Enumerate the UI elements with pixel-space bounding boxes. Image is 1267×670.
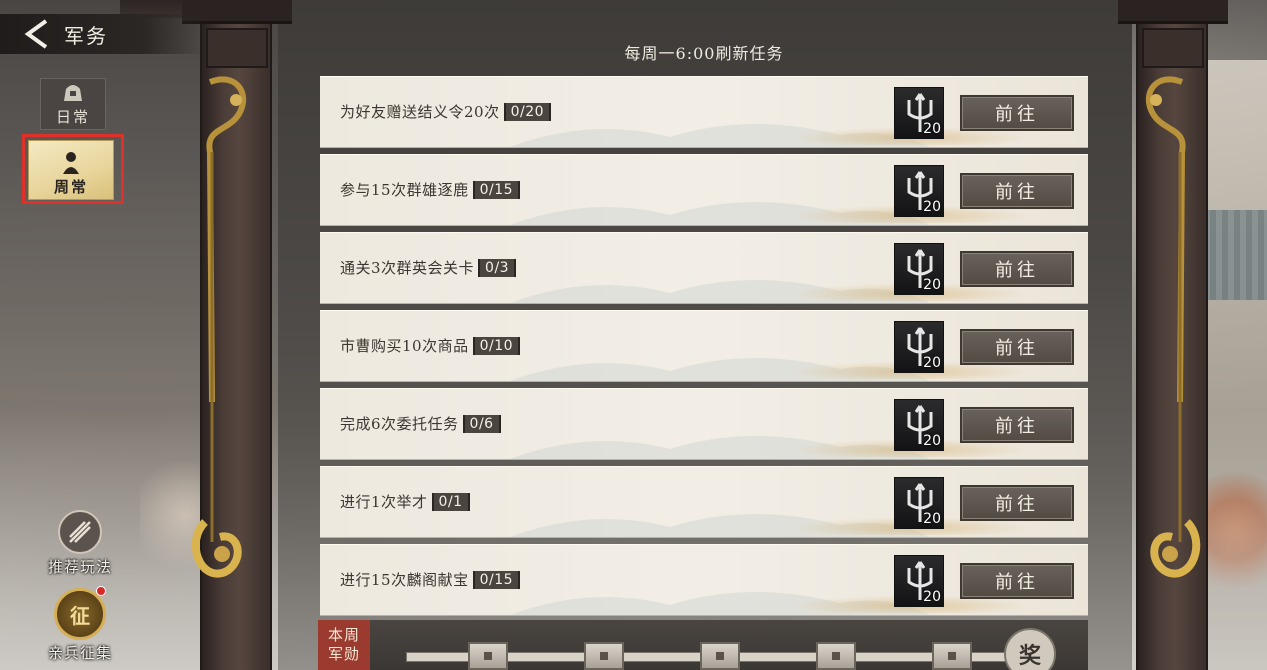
weekly-merit-label-line1: 本周 (327, 626, 360, 644)
right-pillar-cap (1118, 0, 1228, 24)
right-pillar-block (1142, 28, 1204, 68)
recommend-icon (58, 510, 102, 554)
right-dragon-ornament (1145, 76, 1201, 578)
tab-daily[interactable]: 日常 (40, 78, 106, 130)
recruit-emblem-text: 征 (70, 603, 90, 628)
task-description: 为好友赠送结义令20次 (340, 103, 500, 121)
task-description: 通关3次群英会关卡 (340, 259, 475, 277)
reward-item[interactable]: 20 (894, 399, 944, 451)
left-dragon-ornament (191, 76, 247, 578)
weekly-merit-label-line2: 军勋 (327, 645, 360, 663)
go-button[interactable]: 前往 (960, 485, 1074, 521)
tab-daily-label: 日常 (55, 108, 90, 126)
reward-item[interactable]: 20 (894, 321, 944, 373)
reward-chest[interactable] (468, 642, 508, 670)
task-description: 参与15次群雄逐鹿 (340, 181, 469, 199)
task-row: 通关3次群英会关卡 0/3 20 前往 (320, 232, 1088, 304)
reward-chest[interactable] (700, 642, 740, 670)
reward-item[interactable]: 20 (894, 165, 944, 217)
reward-count: 20 (923, 199, 941, 215)
reward-item[interactable]: 20 (894, 555, 944, 607)
selected-tab-highlight (22, 134, 124, 204)
task-progress: 0/20 (503, 102, 552, 121)
page-title: 军务 (64, 23, 108, 48)
go-button[interactable]: 前往 (960, 407, 1074, 443)
task-description: 进行1次举才 (340, 493, 428, 511)
left-pillar-block (206, 28, 268, 68)
task-progress: 0/15 (472, 570, 521, 589)
task-description: 市曹购买10次商品 (340, 337, 469, 355)
refresh-notice: 每周一6:00刷新任务 (624, 44, 784, 63)
recruit-button[interactable]: 征 亲兵征集 (40, 586, 120, 663)
reward-chest[interactable] (584, 642, 624, 670)
reward-count: 20 (923, 433, 941, 449)
reward-chest[interactable] (816, 642, 856, 670)
reward-item[interactable]: 20 (894, 87, 944, 139)
recruit-label: 亲兵征集 (47, 644, 112, 662)
reward-item[interactable]: 20 (894, 477, 944, 529)
task-row: 为好友赠送结义令20次 0/20 20 前往 (320, 76, 1088, 148)
back-arrow-icon (20, 17, 54, 51)
reward-count: 20 (923, 511, 941, 527)
reward-count: 20 (923, 277, 941, 293)
task-description: 进行15次麟阁献宝 (340, 571, 469, 589)
task-description: 完成6次委托任务 (340, 415, 459, 433)
task-row: 市曹购买10次商品 0/10 20 前往 (320, 310, 1088, 382)
reward-count: 20 (923, 589, 941, 605)
task-progress: 0/1 (431, 492, 470, 511)
notification-dot (96, 586, 106, 596)
task-row: 进行1次举才 0/1 20 前往 (320, 466, 1088, 538)
reward-count: 20 (923, 355, 941, 371)
go-button[interactable]: 前往 (960, 95, 1074, 131)
go-button[interactable]: 前往 (960, 173, 1074, 209)
weekly-merit-label: 本周 军勋 (318, 620, 370, 670)
daily-pouch-icon (64, 85, 82, 101)
back-button[interactable]: 军务 (0, 14, 205, 54)
reward-chest[interactable] (932, 642, 972, 670)
recommend-button[interactable]: 推荐玩法 (40, 510, 120, 577)
task-row: 进行15次麟阁献宝 0/15 20 前往 (320, 544, 1088, 616)
task-progress: 0/15 (472, 180, 521, 199)
task-row: 参与15次群雄逐鹿 0/15 20 前往 (320, 154, 1088, 226)
go-button[interactable]: 前往 (960, 329, 1074, 365)
reward-item[interactable]: 20 (894, 243, 944, 295)
recommend-label: 推荐玩法 (47, 558, 112, 576)
go-button[interactable]: 前往 (960, 251, 1074, 287)
recruit-emblem-icon: 征 (54, 588, 106, 640)
task-row: 完成6次委托任务 0/6 20 前往 (320, 388, 1088, 460)
task-progress: 0/3 (478, 258, 517, 277)
go-button[interactable]: 前往 (960, 563, 1074, 599)
task-progress: 0/10 (472, 336, 521, 355)
reward-count: 20 (923, 121, 941, 137)
task-progress: 0/6 (462, 414, 501, 433)
